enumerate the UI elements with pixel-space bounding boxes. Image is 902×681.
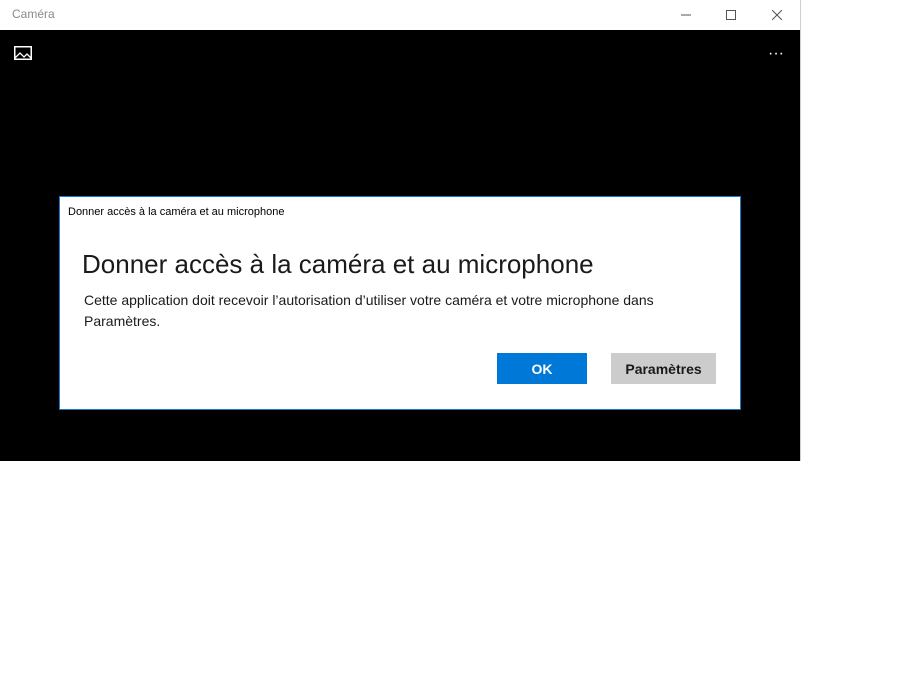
camera-app-window: Caméra ··· Donner accès à la caméra et a… xyxy=(0,0,801,461)
maximize-icon xyxy=(726,10,736,20)
window-title: Caméra xyxy=(12,7,55,21)
ok-button[interactable]: OK xyxy=(497,353,587,384)
dialog-caption: Donner accès à la caméra et au microphon… xyxy=(68,206,285,218)
settings-button[interactable]: Paramètres xyxy=(611,353,716,384)
gallery-icon xyxy=(14,46,32,60)
minimize-button[interactable] xyxy=(663,0,709,30)
close-icon xyxy=(772,10,782,20)
minimize-icon xyxy=(681,14,691,16)
title-bar: Caméra xyxy=(0,0,800,30)
close-button[interactable] xyxy=(754,0,800,30)
more-options-button[interactable]: ··· xyxy=(764,44,788,64)
maximize-button[interactable] xyxy=(708,0,754,30)
dialog-message: Cette application doit recevoir l’autori… xyxy=(84,292,654,329)
dialog-heading: Donner accès à la caméra et au microphon… xyxy=(82,249,594,279)
gallery-button[interactable] xyxy=(14,46,34,62)
permission-dialog: Donner accès à la caméra et au microphon… xyxy=(59,196,741,410)
